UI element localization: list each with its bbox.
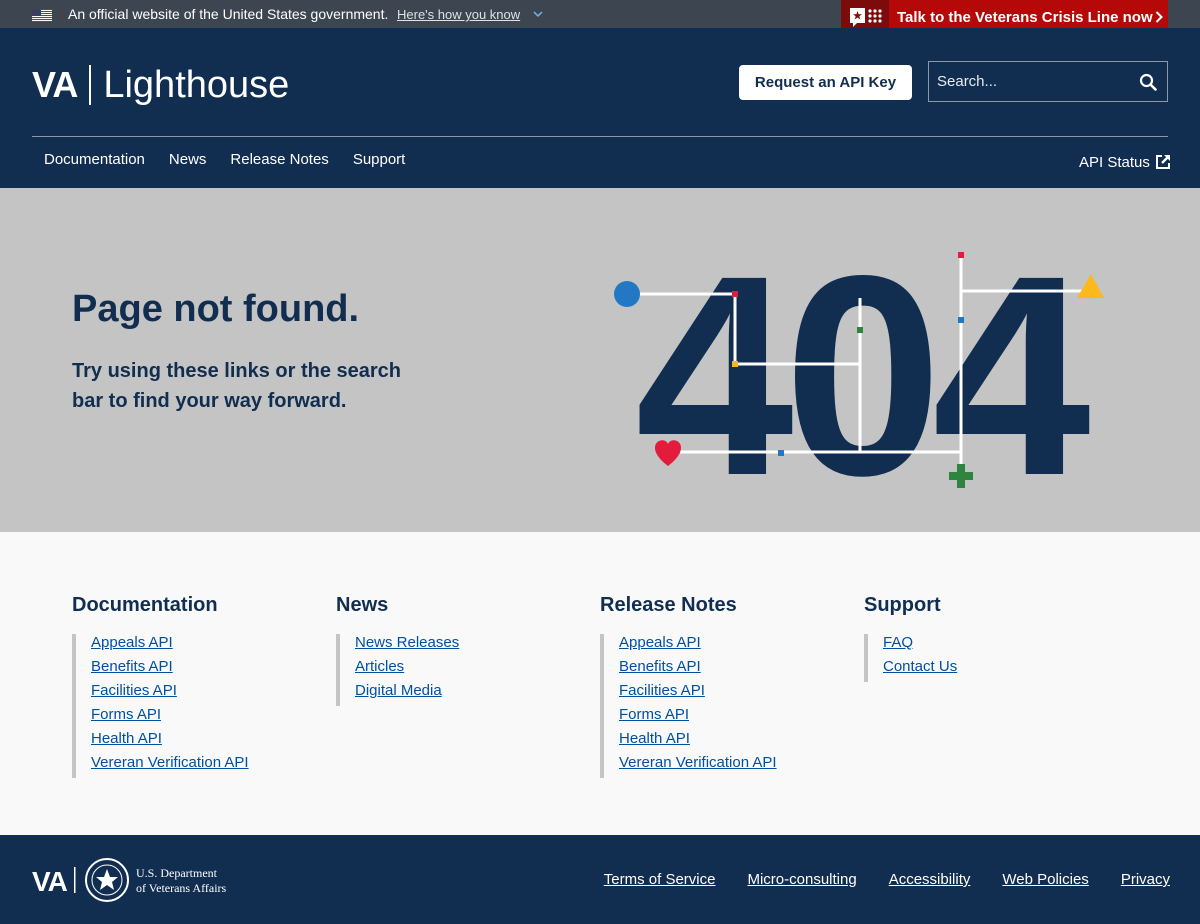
footer-link-health-api[interactable]: Health API	[91, 730, 162, 747]
footer-link-contact-us[interactable]: Contact Us	[883, 658, 957, 675]
search-input[interactable]	[929, 62, 1129, 101]
footer-column-support: Support FAQ Contact Us	[864, 594, 957, 682]
footer-column-heading: Release Notes	[600, 594, 737, 616]
header-divider	[32, 136, 1168, 137]
footer-link-appeals-api[interactable]: Appeals API	[91, 634, 173, 651]
circle-icon	[614, 281, 640, 307]
footer-link-appeals-api[interactable]: Appeals API	[619, 634, 701, 651]
us-flag-icon	[32, 9, 52, 22]
lighthouse-logo[interactable]: VA Lighthouse	[32, 63, 289, 107]
va-department-logo[interactable]: VA U.S. Department of Veterans Affairs	[32, 857, 232, 903]
bottom-footer: VA U.S. Department of Veterans Affairs T…	[0, 835, 1200, 924]
terms-of-service-link[interactable]: Terms of Service	[604, 871, 716, 888]
main-nav: Documentation News Release Notes Support	[44, 151, 405, 168]
micro-consulting-link[interactable]: Micro-consulting	[747, 871, 856, 888]
footer-link-verification-api[interactable]: Vereran Verification API	[619, 754, 777, 771]
footer-link-faq[interactable]: FAQ	[883, 634, 913, 651]
footer-link-benefits-api[interactable]: Benefits API	[619, 658, 701, 675]
logo-divider	[89, 65, 92, 105]
privacy-link[interactable]: Privacy	[1121, 871, 1170, 888]
nav-item-release-notes[interactable]: Release Notes	[230, 151, 328, 168]
va-seal-icon	[85, 858, 129, 902]
error-code-text: 404	[635, 238, 1092, 498]
footer-link-articles[interactable]: Articles	[355, 658, 404, 675]
api-status-link[interactable]: API Status	[1079, 153, 1172, 171]
footer-link-health-api[interactable]: Health API	[619, 730, 690, 747]
footer-legal-links: Terms of Service Micro-consulting Access…	[604, 871, 1170, 888]
logo-name-text: Lighthouse	[103, 63, 290, 106]
footer-link-digital-media[interactable]: Digital Media	[355, 682, 442, 699]
svg-text:U.S. Department: U.S. Department	[136, 866, 218, 880]
search-icon[interactable]	[1139, 73, 1157, 91]
api-status-label: API Status	[1079, 153, 1150, 171]
site-header: VA Lighthouse Request an API Key Documen…	[0, 28, 1200, 188]
footer-link-benefits-api[interactable]: Benefits API	[91, 658, 173, 675]
chevron-right-icon	[1155, 11, 1163, 23]
footer-link-facilities-api[interactable]: Facilities API	[619, 682, 705, 699]
logo-va-text: VA	[32, 64, 78, 105]
svg-text:VA: VA	[32, 866, 68, 897]
footer-column-heading: Support	[864, 594, 941, 616]
footer-column-news: News News Releases Articles Digital Medi…	[336, 594, 459, 706]
nav-item-support[interactable]: Support	[353, 151, 406, 168]
footer-column-heading: Documentation	[72, 594, 218, 616]
request-api-key-button[interactable]: Request an API Key	[739, 65, 912, 100]
footer-link-news-releases[interactable]: News Releases	[355, 634, 459, 651]
chevron-down-icon[interactable]	[533, 9, 543, 19]
crisis-line-icon	[850, 8, 882, 27]
svg-text:of Veterans Affairs: of Veterans Affairs	[136, 881, 227, 895]
nav-item-documentation[interactable]: Documentation	[44, 151, 145, 168]
footer-link-verification-api[interactable]: Vereran Verification API	[91, 754, 249, 771]
gov-banner-text: An official website of the United States…	[68, 6, 389, 22]
crisis-line-label: Talk to the Veterans Crisis Line now	[897, 9, 1153, 26]
not-found-hero: Page not found. Try using these links or…	[0, 188, 1200, 532]
footer-column-documentation: Documentation Appeals API Benefits API F…	[72, 594, 249, 778]
nav-item-news[interactable]: News	[169, 151, 207, 168]
triangle-icon	[1077, 274, 1104, 298]
external-link-icon	[1155, 155, 1170, 169]
footer-column-heading: News	[336, 594, 389, 616]
page-title: Page not found.	[72, 288, 360, 330]
web-policies-link[interactable]: Web Policies	[1002, 871, 1088, 888]
footer-link-forms-api[interactable]: Forms API	[619, 706, 689, 723]
illustration-404: 404	[614, 238, 1104, 498]
heres-how-you-know-link[interactable]: Here's how you know	[397, 7, 520, 22]
footer-link-facilities-api[interactable]: Facilities API	[91, 682, 177, 699]
page-subtitle: Try using these links or the search bar …	[72, 360, 402, 412]
accessibility-link[interactable]: Accessibility	[889, 871, 971, 888]
footer-link-section: Documentation Appeals API Benefits API F…	[0, 532, 1200, 835]
search-box	[928, 61, 1168, 102]
footer-column-release-notes: Release Notes Appeals API Benefits API F…	[600, 594, 777, 778]
footer-link-forms-api[interactable]: Forms API	[91, 706, 161, 723]
